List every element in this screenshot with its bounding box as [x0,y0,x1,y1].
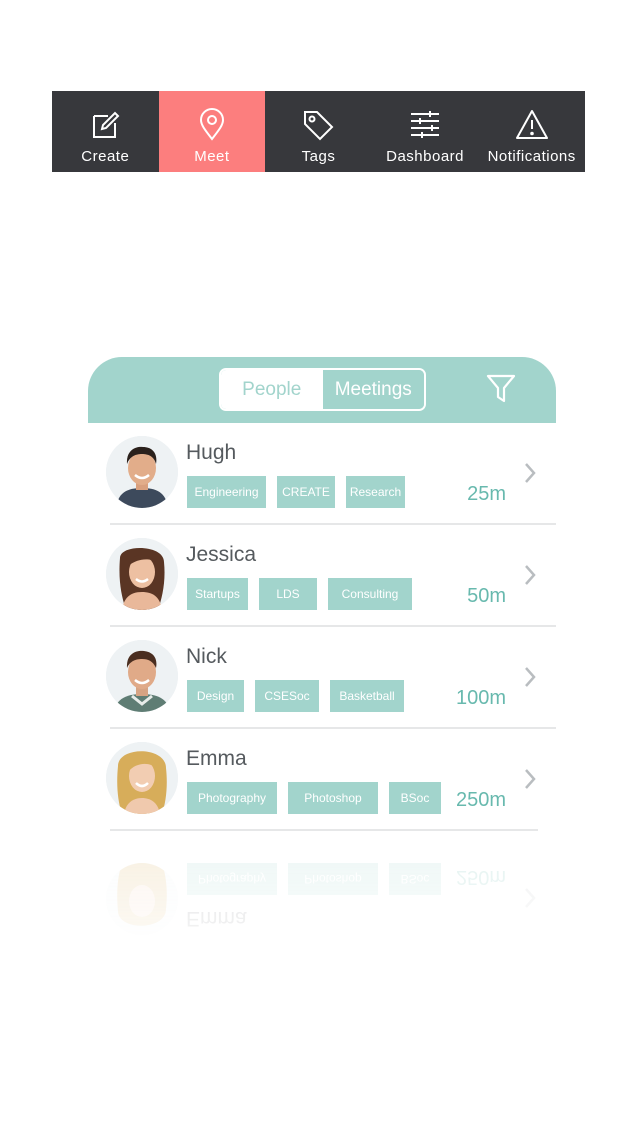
person-name: Emma [186,747,247,770]
tag-list: Engineering CREATE Research [187,476,405,508]
tag[interactable]: Startups [187,578,248,610]
tag[interactable]: Design [187,680,244,712]
tag[interactable]: CREATE [277,476,335,508]
nav-notifications-label: Notifications [487,148,576,165]
person-name: Nick [186,645,227,668]
nav-tags-label: Tags [301,148,336,165]
list-item[interactable]: Hugh Engineering CREATE Research 25m [88,423,556,525]
list-item[interactable]: Jessica Startups LDS Consulting 50m [88,525,556,627]
tag[interactable]: Research [346,476,405,508]
distance: 100m [455,687,506,709]
tag-list: Startups LDS Consulting [187,578,412,610]
people-card: People Meetings Hugh Engineering CREATE … [88,357,556,831]
tag[interactable]: LDS [259,578,317,610]
person-name: Hugh [186,441,237,464]
avatar [106,436,178,508]
nav-tags[interactable]: Tags [265,91,372,172]
sliders-icon [411,111,440,138]
avatar [106,538,178,610]
tag[interactable]: Engineering [187,476,266,508]
reflected-tags: Photography Photoshop BSoc [187,863,441,895]
list-item[interactable]: Nick Design CSESoc Basketball 100m [88,627,556,729]
tag[interactable]: CSESoc [255,680,319,712]
chevron-right-icon[interactable] [522,563,538,587]
row-divider [110,829,538,831]
reflected-name: Emma [186,907,247,930]
nav-meet[interactable]: Meet [158,91,266,172]
nav-notifications[interactable]: Notifications [478,91,585,172]
reflected-row: Emma Photography Photoshop BSoc 250m [88,846,556,948]
nav-create-label: Create [81,148,130,165]
chevron-right-icon[interactable] [522,461,538,485]
people-list: Hugh Engineering CREATE Research 25m Jes… [88,423,556,831]
list-item[interactable]: Emma Photography Photoshop BSoc 250m [88,729,556,831]
tag[interactable]: Consulting [328,578,412,610]
tag[interactable]: Photography [187,782,277,814]
filter-icon[interactable] [486,373,516,405]
avatar [106,640,178,712]
distance: 25m [467,483,506,505]
chevron-right-icon [525,888,536,908]
reflected-tag: Photoshop [288,863,378,895]
location-pin-icon [199,108,224,141]
edit-icon [93,111,120,138]
reflected-tag: BSoc [389,863,441,895]
nav-dashboard[interactable]: Dashboard [372,91,479,172]
tag[interactable]: Basketball [330,680,404,712]
chevron-right-icon[interactable] [522,665,538,689]
tag-list: Photography Photoshop BSoc [187,782,441,814]
distance: 250m [455,789,506,811]
person-name: Jessica [186,543,257,566]
nav-meet-label: Meet [194,148,230,165]
reflection-content: Emma Photography Photoshop BSoc 250m [88,846,556,948]
tag[interactable]: BSoc [389,782,441,814]
card-header: People Meetings [88,357,556,423]
reflected-distance: 250m [455,866,506,888]
avatar [106,742,178,814]
chevron-right-icon[interactable] [522,767,538,791]
segmented-control: People Meetings [219,368,426,411]
warning-icon [515,110,548,139]
nav-dashboard-label: Dashboard [386,148,465,165]
list-reflection: Emma Photography Photoshop BSoc 250m [88,846,556,996]
nav-create[interactable]: Create [52,91,159,172]
avatar [106,863,178,935]
top-nav: Create Meet Tags Dashboard Notifications [52,91,585,172]
reflected-tag: Photography [187,863,277,895]
tag-icon [304,111,334,141]
tag-list: Design CSESoc Basketball [187,680,404,712]
tab-people[interactable]: People [221,370,323,409]
tab-meetings[interactable]: Meetings [322,370,424,409]
tag[interactable]: Photoshop [288,782,378,814]
distance: 50m [467,585,506,607]
app-screen: Create Meet Tags Dashboard Notifications… [0,0,640,1136]
